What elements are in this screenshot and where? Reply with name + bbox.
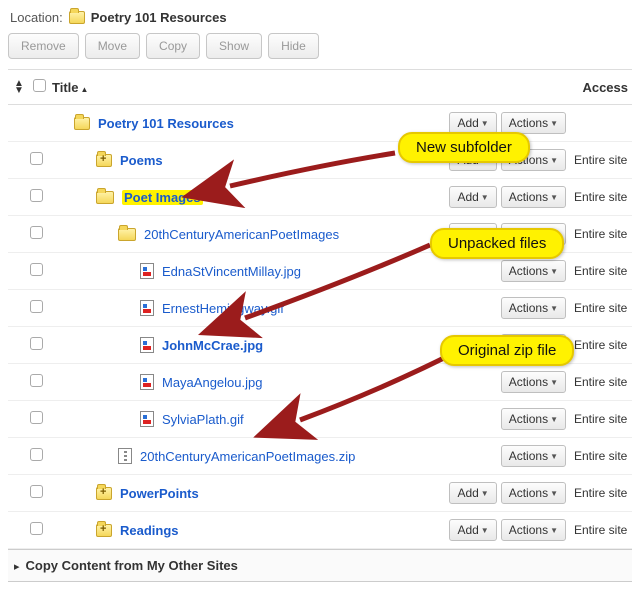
item-link[interactable]: Readings — [120, 523, 179, 538]
row-checkbox[interactable] — [30, 189, 43, 202]
table-header: Title▲ Access — [8, 69, 632, 105]
row-checkbox[interactable] — [30, 300, 43, 313]
row-checkbox[interactable] — [30, 374, 43, 387]
table-row: ErnestHemingway.gif Actions ▼ Entire site — [8, 290, 632, 327]
add-button[interactable]: Add ▼ — [449, 149, 496, 171]
add-button[interactable]: Add ▼ — [449, 482, 496, 504]
item-link[interactable]: MayaAngelou.jpg — [162, 375, 262, 390]
actions-button[interactable]: Actions ▼ — [501, 334, 566, 356]
table-row: Poetry 101 Resources Add ▼Actions ▼ — [8, 105, 632, 142]
copy-content-label: Copy Content from My Other Sites — [26, 558, 238, 573]
access-value: Entire site — [574, 153, 627, 167]
copy-button[interactable]: Copy — [146, 33, 200, 59]
item-link[interactable]: JohnMcCrae.jpg — [162, 338, 263, 353]
actions-button[interactable]: Actions ▼ — [501, 519, 566, 541]
add-button[interactable]: Add ▼ — [449, 223, 496, 245]
item-link[interactable]: 20thCenturyAmericanPoetImages — [144, 227, 339, 242]
image-file-icon — [140, 300, 154, 316]
actions-button[interactable]: Actions ▼ — [501, 482, 566, 504]
zip-file-icon — [118, 448, 132, 464]
actions-button[interactable]: Actions ▼ — [501, 260, 566, 282]
remove-button[interactable]: Remove — [8, 33, 79, 59]
access-value: Entire site — [574, 301, 627, 315]
table-row: 20thCenturyAmericanPoetImages Add ▼Action… — [8, 216, 632, 253]
table-row: 20thCenturyAmericanPoetImages.zip Actions… — [8, 438, 632, 475]
move-button[interactable]: Move — [85, 33, 140, 59]
hide-button[interactable]: Hide — [268, 33, 319, 59]
table-row: MayaAngelou.jpg Actions ▼ Entire site — [8, 364, 632, 401]
item-link[interactable]: 20thCenturyAmericanPoetImages.zip — [140, 449, 355, 464]
chevron-right-icon — [14, 558, 20, 573]
folder-plus-icon — [96, 154, 112, 167]
image-file-icon — [140, 411, 154, 427]
row-checkbox[interactable] — [30, 263, 43, 276]
item-link[interactable]: Poet Images — [122, 190, 203, 205]
row-checkbox[interactable] — [30, 337, 43, 350]
access-value: Entire site — [574, 486, 627, 500]
actions-button[interactable]: Actions ▼ — [501, 371, 566, 393]
folder-plus-icon — [96, 487, 112, 500]
folder-plus-icon — [96, 524, 112, 537]
access-value: Entire site — [574, 412, 627, 426]
actions-button[interactable]: Actions ▼ — [501, 223, 566, 245]
access-value: Entire site — [574, 190, 627, 204]
access-value: Entire site — [574, 375, 627, 389]
select-all-checkbox[interactable] — [33, 79, 46, 92]
actions-button[interactable]: Actions ▼ — [501, 112, 566, 134]
actions-button[interactable]: Actions ▼ — [501, 408, 566, 430]
folder-icon — [69, 11, 85, 24]
item-link[interactable]: PowerPoints — [120, 486, 199, 501]
image-file-icon — [140, 263, 154, 279]
row-checkbox[interactable] — [30, 485, 43, 498]
table-row: EdnaStVincentMillay.jpg Actions ▼ Entire s… — [8, 253, 632, 290]
add-button[interactable]: Add ▼ — [449, 519, 496, 541]
table-row: JohnMcCrae.jpg Actions ▼ Entire site — [8, 327, 632, 364]
table-row: Poems Add ▼Actions ▼ Entire site — [8, 142, 632, 179]
folder-open-icon — [118, 228, 136, 241]
location-folder: Poetry 101 Resources — [91, 10, 227, 25]
table-row: Readings Add ▼Actions ▼ Entire site — [8, 512, 632, 549]
item-link[interactable]: Poems — [120, 153, 163, 168]
row-checkbox[interactable] — [30, 448, 43, 461]
show-button[interactable]: Show — [206, 33, 262, 59]
item-link[interactable]: Poetry 101 Resources — [98, 116, 234, 131]
title-header[interactable]: Title▲ — [52, 80, 88, 95]
row-checkbox[interactable] — [30, 152, 43, 165]
image-file-icon — [140, 337, 154, 353]
folder-icon — [74, 117, 90, 130]
access-value: Entire site — [574, 264, 627, 278]
actions-button[interactable]: Actions ▼ — [501, 149, 566, 171]
access-value: Entire site — [574, 227, 627, 241]
item-link[interactable]: SylviaPlath.gif — [162, 412, 244, 427]
add-button[interactable]: Add ▼ — [449, 186, 496, 208]
access-value: Entire site — [574, 523, 627, 537]
access-header: Access — [566, 80, 628, 95]
access-value: Entire site — [574, 449, 627, 463]
location-label: Location: — [10, 10, 63, 25]
breadcrumb: Location: Poetry 101 Resources — [10, 10, 630, 25]
image-file-icon — [140, 374, 154, 390]
item-link[interactable]: ErnestHemingway.gif — [162, 301, 284, 316]
row-checkbox[interactable] — [30, 226, 43, 239]
item-link[interactable]: EdnaStVincentMillay.jpg — [162, 264, 301, 279]
access-value: Entire site — [574, 338, 627, 352]
sort-icon[interactable] — [12, 80, 26, 94]
table-row: Poet Images Add ▼Actions ▼ Entire site — [8, 179, 632, 216]
folder-open-icon — [96, 191, 114, 204]
add-button[interactable]: Add ▼ — [449, 112, 496, 134]
actions-button[interactable]: Actions ▼ — [501, 186, 566, 208]
row-checkbox[interactable] — [30, 411, 43, 424]
actions-button[interactable]: Actions ▼ — [501, 297, 566, 319]
table-row: PowerPoints Add ▼Actions ▼ Entire site — [8, 475, 632, 512]
table-row: SylviaPlath.gif Actions ▼ Entire site — [8, 401, 632, 438]
copy-content-accordion[interactable]: Copy Content from My Other Sites — [8, 549, 632, 582]
actions-button[interactable]: Actions ▼ — [501, 445, 566, 467]
row-checkbox[interactable] — [30, 522, 43, 535]
toolbar: Remove Move Copy Show Hide — [8, 33, 632, 59]
